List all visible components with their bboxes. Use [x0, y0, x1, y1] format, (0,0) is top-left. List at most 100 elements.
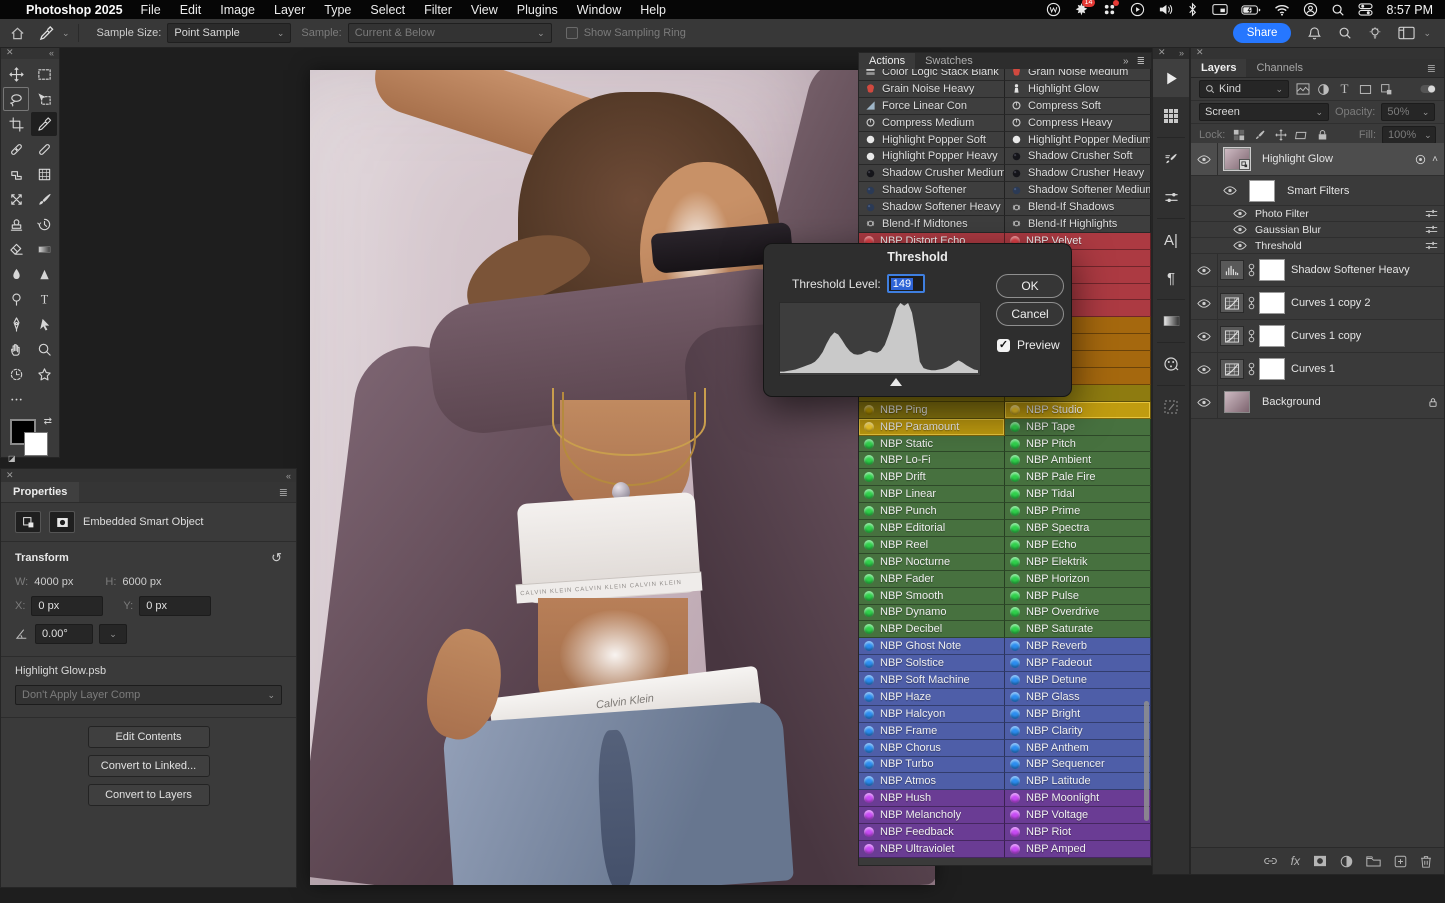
action-button[interactable]: NBP Smooth: [859, 588, 1005, 605]
action-button[interactable]: NBP Lo-Fi: [859, 452, 1005, 469]
visibility-eye-icon[interactable]: [1191, 287, 1218, 319]
type-tool[interactable]: T: [31, 287, 57, 311]
action-button[interactable]: Highlight Popper Medium: [1005, 132, 1151, 149]
action-button[interactable]: NBP Soft Machine: [859, 672, 1005, 689]
action-button[interactable]: NBP Atmos: [859, 773, 1005, 790]
wifi-icon[interactable]: [1274, 4, 1290, 16]
path-select-tool[interactable]: [31, 312, 57, 336]
blend-options-icon[interactable]: [1425, 208, 1438, 219]
action-button[interactable]: Shadow Crusher Heavy: [1005, 165, 1151, 182]
visibility-eye-icon[interactable]: [1191, 254, 1218, 286]
panel-menu-icon[interactable]: ≣: [279, 486, 288, 499]
dock-actions-play[interactable]: [1153, 59, 1189, 97]
action-button[interactable]: Blend-If Midtones: [859, 216, 1005, 233]
user-account-icon[interactable]: [1303, 2, 1318, 17]
marquee-tool[interactable]: [31, 62, 57, 86]
dock-paragraph[interactable]: ¶: [1153, 259, 1189, 297]
filter-adjustment-icon[interactable]: [1316, 83, 1331, 96]
sampling-ring-checkbox[interactable]: [566, 27, 578, 39]
zoom-tool[interactable]: [31, 337, 57, 361]
action-button[interactable]: NBP Prime: [1005, 503, 1151, 520]
action-button[interactable]: NBP Tidal: [1005, 486, 1151, 503]
action-button[interactable]: NBP Linear: [859, 486, 1005, 503]
filter-type-icon[interactable]: T: [1337, 81, 1352, 97]
action-button[interactable]: NBP Dynamo: [859, 605, 1005, 622]
menu-window[interactable]: Window: [577, 3, 621, 17]
action-button[interactable]: Blend-If Highlights: [1005, 216, 1151, 233]
new-group-icon[interactable]: [1366, 855, 1381, 867]
opacity-input[interactable]: 50%⌄: [1381, 103, 1435, 121]
action-button[interactable]: NBP Static: [859, 436, 1005, 453]
tab-layers[interactable]: Layers: [1191, 59, 1246, 77]
action-button[interactable]: NBP Ultraviolet: [859, 841, 1005, 858]
action-button[interactable]: NBP Paramount: [859, 419, 1005, 436]
home-icon[interactable]: [10, 26, 25, 41]
action-button[interactable]: NBP Spectra: [1005, 520, 1151, 537]
patch-tool[interactable]: [3, 162, 29, 186]
custom-shape-tool[interactable]: [31, 362, 57, 386]
smart-object-button-1[interactable]: Convert to Linked...: [88, 755, 210, 777]
layer-row-photo-filter[interactable]: Photo Filter: [1191, 206, 1444, 222]
filter-kind-select[interactable]: Kind⌄: [1199, 80, 1289, 98]
action-button[interactable]: Blend-If Shadows: [1005, 199, 1151, 216]
rotation-dropdown[interactable]: ⌄: [99, 624, 127, 644]
threshold-slider-handle[interactable]: [890, 378, 902, 386]
action-button[interactable]: NBP Bright: [1005, 706, 1151, 723]
action-button[interactable]: NBP Halcyon: [859, 706, 1005, 723]
action-button[interactable]: Grain Noise Heavy: [859, 81, 1005, 98]
share-button[interactable]: Share: [1233, 23, 1292, 43]
action-button[interactable]: Grain Noise Medium: [1005, 69, 1151, 81]
visibility-eye-icon[interactable]: [1231, 222, 1249, 237]
action-button[interactable]: NBP Pitch: [1005, 436, 1151, 453]
workspace-switcher-icon[interactable]: ⌄: [1398, 26, 1431, 40]
action-button[interactable]: NBP Decibel: [859, 621, 1005, 638]
tab-swatches[interactable]: Swatches: [915, 53, 983, 69]
close-icon[interactable]: ✕: [6, 470, 14, 481]
blend-options-icon[interactable]: [1425, 240, 1438, 251]
dock-snapshot[interactable]: [1153, 388, 1189, 426]
visibility-eye-icon[interactable]: [1231, 238, 1249, 253]
action-button[interactable]: NBP Moonlight: [1005, 790, 1151, 807]
visibility-eye-icon[interactable]: [1217, 176, 1243, 205]
move-tool[interactable]: [3, 62, 29, 86]
history-brush-tool[interactable]: [31, 212, 57, 236]
action-button[interactable]: Compress Soft: [1005, 98, 1151, 115]
action-button[interactable]: NBP Overdrive: [1005, 605, 1151, 622]
gradient-tool[interactable]: [31, 237, 57, 261]
close-icon[interactable]: ✕: [6, 47, 14, 58]
action-button[interactable]: NBP Turbo: [859, 757, 1005, 774]
menu-help[interactable]: Help: [640, 3, 666, 17]
action-button[interactable]: NBP Fadeout: [1005, 655, 1151, 672]
action-button[interactable]: NBP Sequencer: [1005, 757, 1151, 774]
dock-character[interactable]: A|: [1153, 221, 1189, 259]
brush-tool[interactable]: [31, 187, 57, 211]
action-button[interactable]: NBP Ping: [859, 402, 1005, 419]
menu-select[interactable]: Select: [370, 3, 405, 17]
smart-object-icon[interactable]: [15, 511, 41, 533]
layer-row-curves-1[interactable]: Curves 1: [1191, 353, 1444, 386]
smart-filter-indicator-icon[interactable]: [1414, 153, 1427, 166]
rotation-input[interactable]: 0.00°: [35, 624, 93, 644]
panel-menu-icon[interactable]: ≣: [1137, 56, 1145, 67]
menu-filter[interactable]: Filter: [424, 3, 452, 17]
action-button[interactable]: NBP Hush: [859, 790, 1005, 807]
filter-toggle[interactable]: [1420, 84, 1436, 94]
display-icon[interactable]: [1212, 3, 1228, 16]
action-button[interactable]: Shadow Softener Medium: [1005, 182, 1151, 199]
layer-row-gaussian-blur[interactable]: Gaussian Blur: [1191, 222, 1444, 238]
layer-mask-thumbnail[interactable]: [1259, 325, 1285, 347]
mask-properties-icon[interactable]: [49, 511, 75, 533]
action-button[interactable]: NBP Amped: [1005, 841, 1151, 858]
link-layers-icon[interactable]: [1263, 855, 1278, 867]
action-button[interactable]: Shadow Softener Heavy: [859, 199, 1005, 216]
visibility-eye-icon[interactable]: [1191, 143, 1218, 175]
layer-mask-thumbnail[interactable]: [1259, 259, 1285, 281]
action-button[interactable]: NBP Reverb: [1005, 638, 1151, 655]
w-app-icon[interactable]: [1046, 2, 1061, 17]
lock-pixels-icon[interactable]: [1252, 129, 1267, 141]
dock-color-wheel[interactable]: [1153, 345, 1189, 383]
layer-row-curves-1-copy[interactable]: Curves 1 copy: [1191, 320, 1444, 353]
action-button[interactable]: NBP Pulse: [1005, 588, 1151, 605]
play-status-icon[interactable]: [1130, 2, 1145, 17]
action-button[interactable]: NBP Feedback: [859, 824, 1005, 841]
